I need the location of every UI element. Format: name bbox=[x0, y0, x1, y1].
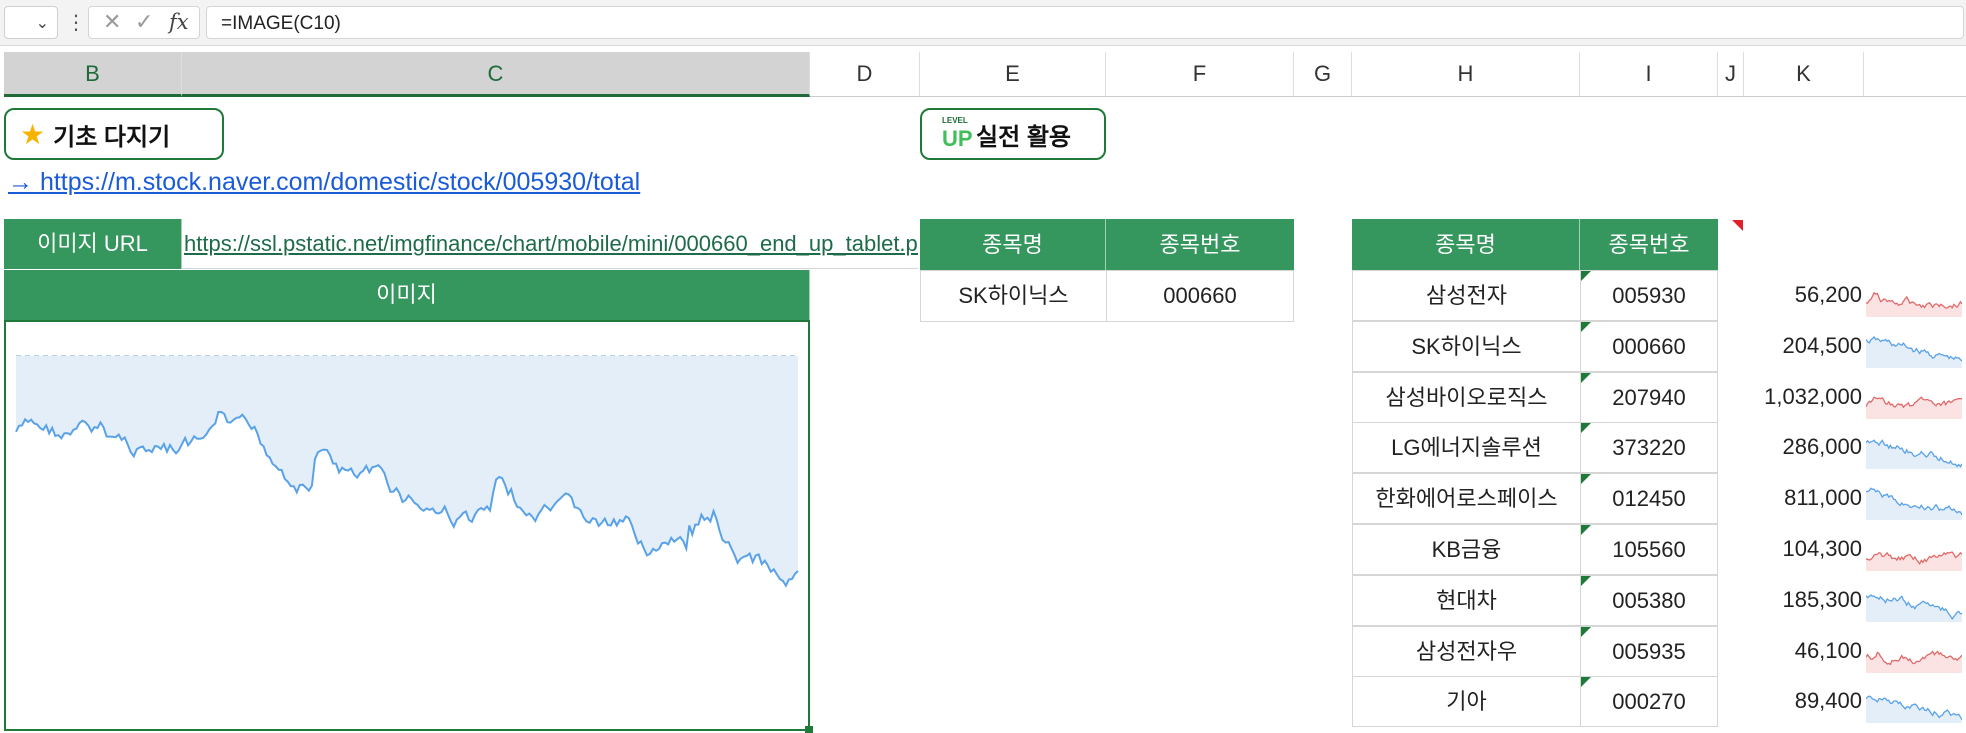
column-header-empty bbox=[1864, 52, 1966, 97]
stock-name-cell[interactable]: LG에너지솔루션 bbox=[1352, 422, 1581, 473]
column-header-d[interactable]: D bbox=[810, 52, 920, 97]
column-header-g[interactable]: G bbox=[1294, 52, 1352, 97]
number-as-text-indicator bbox=[1581, 474, 1591, 484]
sparkline-image bbox=[1866, 396, 1962, 419]
url-label: 이미지 URL bbox=[4, 219, 182, 269]
sparkline-image bbox=[1866, 695, 1962, 723]
stock-code-cell[interactable]: 207940 bbox=[1580, 372, 1718, 423]
comment-indicator bbox=[1732, 220, 1743, 231]
practical-label: 실전 활용 bbox=[976, 123, 1071, 151]
stock-name-cell[interactable]: 삼성전자우 bbox=[1352, 626, 1581, 677]
column-header-k[interactable]: K bbox=[1744, 52, 1864, 97]
number-as-text-indicator bbox=[1581, 677, 1591, 687]
basics-label: 기초 다지기 bbox=[53, 123, 171, 151]
column-header-c[interactable]: C bbox=[182, 52, 810, 97]
stock-name-cell[interactable]: SK하이닉스 bbox=[1352, 321, 1581, 372]
image-header: 이미지 bbox=[4, 270, 810, 320]
level-up-icon: LEVEL UP bbox=[942, 116, 973, 151]
stock-name-cell[interactable]: 삼성바이오로직스 bbox=[1352, 372, 1581, 423]
stock-name-cell[interactable]: 현대차 bbox=[1352, 575, 1581, 626]
stock-name-cell[interactable]: 한화에어로스페이스 bbox=[1352, 473, 1581, 524]
sparkline-image bbox=[1866, 291, 1962, 317]
stock-code-cell[interactable]: 105560 bbox=[1580, 524, 1718, 575]
sparkline-image bbox=[1866, 594, 1962, 622]
stock-chart-image bbox=[15, 355, 799, 588]
sparkline-image bbox=[1866, 551, 1962, 571]
stock-code-cell[interactable]: 373220 bbox=[1580, 422, 1718, 473]
number-as-text-indicator bbox=[1581, 525, 1591, 535]
column-header-b[interactable]: B bbox=[4, 52, 182, 97]
right-header-code: 종목번호 bbox=[1580, 219, 1718, 270]
stock-price-cell[interactable]: 286,000 bbox=[1744, 422, 1862, 473]
column-header-f[interactable]: F bbox=[1106, 52, 1294, 97]
formula-bar: ⌄ ⋮ ✕ ✓ fx =IMAGE(C10) bbox=[0, 0, 1966, 46]
stock-price-cell[interactable]: 104,300 bbox=[1744, 524, 1862, 575]
sparkline-image bbox=[1866, 650, 1962, 673]
column-header-e[interactable]: E bbox=[920, 52, 1106, 97]
formula-text: =IMAGE(C10) bbox=[221, 13, 341, 34]
stock-price-cell[interactable]: 56,200 bbox=[1744, 270, 1862, 321]
middle-header-name: 종목명 bbox=[920, 219, 1106, 270]
column-header-j[interactable]: J bbox=[1718, 52, 1744, 97]
star-icon: ★ bbox=[20, 117, 46, 151]
practical-button[interactable]: LEVEL UP 실전 활용 bbox=[920, 108, 1106, 160]
middle-header-code: 종목번호 bbox=[1106, 219, 1294, 270]
sparkline-image bbox=[1866, 487, 1962, 520]
stock-price-cell[interactable]: 1,032,000 bbox=[1744, 372, 1862, 423]
stock-link[interactable]: → https://m.stock.naver.com/domestic/sto… bbox=[8, 168, 640, 197]
number-as-text-indicator bbox=[1581, 322, 1591, 332]
number-as-text-indicator bbox=[1581, 271, 1591, 281]
stock-code-cell[interactable]: 005935 bbox=[1580, 626, 1718, 677]
stock-code-cell[interactable]: 000660 bbox=[1580, 321, 1718, 372]
stock-code-cell[interactable]: 000270 bbox=[1580, 676, 1718, 727]
stock-code-cell[interactable]: 005380 bbox=[1580, 575, 1718, 626]
cancel-icon[interactable]: ✕ bbox=[103, 10, 121, 35]
insert-function-icon[interactable]: fx bbox=[169, 10, 189, 34]
stock-name-cell[interactable]: 기아 bbox=[1352, 676, 1581, 727]
formula-input[interactable]: =IMAGE(C10) bbox=[206, 6, 1964, 39]
sparkline-image bbox=[1866, 335, 1962, 368]
image-url-cell[interactable]: https://ssl.pstatic.net/imgfinance/chart… bbox=[182, 219, 918, 269]
resize-handle[interactable] bbox=[805, 726, 813, 733]
number-as-text-indicator bbox=[1581, 423, 1591, 433]
right-header-name: 종목명 bbox=[1352, 219, 1580, 270]
number-as-text-indicator bbox=[1581, 576, 1591, 586]
column-header-i[interactable]: I bbox=[1580, 52, 1718, 97]
name-box[interactable]: ⌄ bbox=[4, 6, 58, 39]
basics-button[interactable]: ★ 기초 다지기 bbox=[4, 108, 224, 160]
stock-name-cell[interactable]: KB금융 bbox=[1352, 524, 1581, 575]
confirm-icon[interactable]: ✓ bbox=[135, 10, 153, 35]
column-header-h[interactable]: H bbox=[1352, 52, 1580, 97]
stock-price-cell[interactable]: 811,000 bbox=[1744, 473, 1862, 524]
chevron-down-icon[interactable]: ⌄ bbox=[36, 13, 49, 33]
stock-price-cell[interactable]: 204,500 bbox=[1744, 321, 1862, 372]
number-as-text-indicator bbox=[1581, 627, 1591, 637]
stock-price-cell[interactable]: 46,100 bbox=[1744, 626, 1862, 677]
more-options-icon[interactable]: ⋮ bbox=[66, 10, 86, 34]
formula-buttons: ✕ ✓ fx bbox=[88, 6, 200, 39]
number-as-text-indicator bbox=[1581, 373, 1591, 383]
stock-name-cell[interactable]: 삼성전자 bbox=[1352, 270, 1581, 321]
image-cell[interactable] bbox=[4, 320, 813, 733]
stock-code-cell[interactable]: 012450 bbox=[1580, 473, 1718, 524]
middle-cell-name[interactable]: SK하이닉스 bbox=[920, 270, 1107, 322]
stock-code-cell[interactable]: 005930 bbox=[1580, 270, 1718, 321]
stock-price-cell[interactable]: 89,400 bbox=[1744, 676, 1862, 727]
sparkline-image bbox=[1866, 439, 1962, 469]
middle-cell-code[interactable]: 000660 bbox=[1106, 270, 1294, 322]
stock-price-cell[interactable]: 185,300 bbox=[1744, 575, 1862, 626]
